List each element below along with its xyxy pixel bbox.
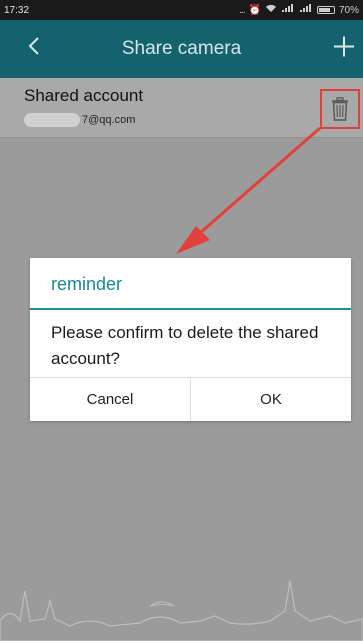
skyline-illustration — [0, 580, 363, 641]
cancel-button[interactable]: Cancel — [30, 378, 190, 421]
ok-button[interactable]: OK — [190, 378, 351, 421]
dialog-button-row: Cancel OK — [30, 377, 351, 421]
dialog-message: Please confirm to delete the shared acco… — [51, 323, 319, 368]
dialog-title-divider — [30, 308, 351, 310]
dialog-title: reminder — [51, 274, 123, 294]
confirm-delete-dialog: reminder Please confirm to delete the sh… — [30, 258, 351, 421]
